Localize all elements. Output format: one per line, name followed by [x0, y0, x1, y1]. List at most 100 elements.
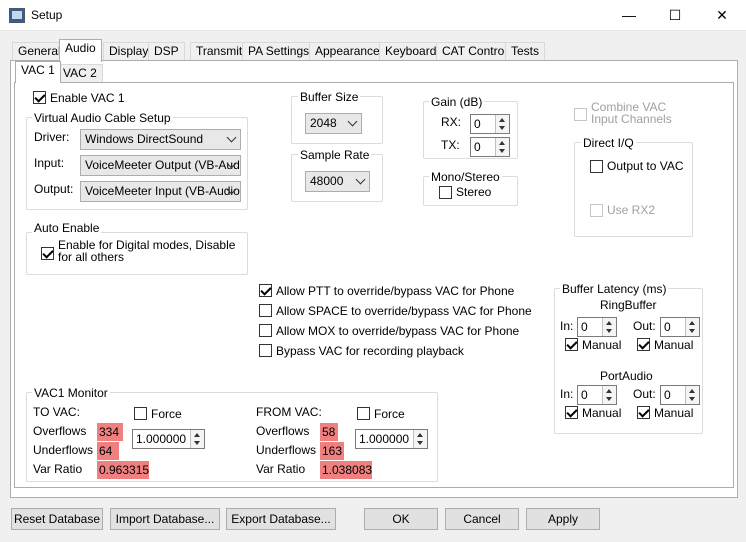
to-force-input[interactable]: 1.000000 [132, 429, 205, 449]
tab-transmit[interactable]: Transmit [190, 42, 249, 61]
tab-vac2[interactable]: VAC 2 [57, 64, 103, 83]
vac-setup-title: Virtual Audio Cable Setup [32, 111, 173, 125]
apply-button[interactable]: Apply [526, 508, 600, 530]
gain-tx-input[interactable]: 0 [470, 137, 510, 157]
driver-value: Windows DirectSound [85, 132, 204, 146]
from-force-value: 1.000000 [359, 432, 410, 446]
ring-in-manual-checkbox[interactable] [565, 338, 578, 351]
output-select[interactable]: VoiceMeeter Input (VB-Audio [80, 181, 241, 202]
from-overflows-value: 58 [320, 423, 338, 441]
to-underflows-value: 64 [97, 442, 119, 460]
driver-select[interactable]: Windows DirectSound [80, 129, 241, 150]
to-var-ratio-label: Var Ratio [33, 462, 83, 476]
stereo-label: Stereo [456, 185, 492, 199]
spinner-icon[interactable] [190, 430, 204, 448]
reset-database-button[interactable]: Reset Database [11, 508, 103, 530]
bypass-vac-label: Bypass VAC for recording playback [276, 344, 464, 358]
chevron-down-icon [355, 174, 366, 185]
to-vac-force-checkbox[interactable] [134, 407, 147, 420]
ring-out-manual-checkbox[interactable] [637, 338, 650, 351]
portaudio-title: PortAudio [600, 369, 653, 383]
from-vac-force-label: Force [374, 407, 405, 421]
close-button[interactable]: ✕ [699, 0, 745, 31]
from-var-ratio-value: 1.038083 [320, 461, 373, 479]
ring-in-value: 0 [581, 320, 588, 334]
ring-out-input[interactable]: 0 [660, 317, 700, 337]
tab-audio[interactable]: Audio [59, 39, 102, 62]
direct-iq-title: Direct I/Q [581, 136, 636, 150]
combine-vac-checkbox[interactable] [574, 108, 587, 121]
gain-rx-label: RX: [441, 115, 462, 129]
from-vac-label: FROM VAC: [256, 405, 322, 419]
from-overflows-label: Overflows [256, 424, 310, 438]
port-out-label: Out: [633, 387, 656, 401]
ring-out-manual-label: Manual [654, 338, 694, 352]
use-rx2-checkbox[interactable] [590, 204, 603, 217]
buffer-size-select[interactable]: 2048 [305, 113, 362, 134]
spinner-icon[interactable] [685, 318, 699, 336]
to-underflows-label: Underflows [33, 443, 94, 457]
spinner-icon[interactable] [602, 386, 616, 404]
import-database-button[interactable]: Import Database... [110, 508, 220, 530]
output-value: VoiceMeeter Input (VB-Audio [85, 184, 240, 198]
allow-ptt-checkbox[interactable] [259, 284, 272, 297]
output-to-vac-checkbox[interactable] [590, 160, 603, 173]
port-in-input[interactable]: 0 [577, 385, 617, 405]
tab-appearance[interactable]: Appearance [309, 42, 386, 61]
ring-out-value: 0 [664, 320, 671, 334]
port-in-manual-checkbox[interactable] [565, 406, 578, 419]
use-rx2-label: Use RX2 [607, 203, 656, 217]
tab-keyboard[interactable]: Keyboard [379, 42, 443, 61]
spinner-icon[interactable] [602, 318, 616, 336]
maximize-button[interactable]: ☐ [652, 0, 698, 31]
window-title: Setup [31, 8, 63, 22]
input-label: Input: [34, 156, 65, 170]
allow-mox-label: Allow MOX to override/bypass VAC for Pho… [276, 324, 520, 338]
tab-cat-control[interactable]: CAT Control [436, 42, 513, 61]
port-out-input[interactable]: 0 [660, 385, 700, 405]
port-in-value: 0 [581, 388, 588, 402]
ok-button[interactable]: OK [364, 508, 438, 530]
spinner-icon[interactable] [413, 430, 427, 448]
spinner-icon[interactable] [685, 386, 699, 404]
allow-mox-checkbox[interactable] [259, 324, 272, 337]
spinner-icon[interactable] [495, 115, 509, 133]
direct-iq-group [574, 142, 693, 237]
from-vac-force-checkbox[interactable] [357, 407, 370, 420]
gain-tx-value: 0 [474, 140, 481, 154]
port-out-value: 0 [664, 388, 671, 402]
gain-title: Gain (dB) [429, 95, 485, 109]
ring-in-input[interactable]: 0 [577, 317, 617, 337]
bypass-vac-checkbox[interactable] [259, 344, 272, 357]
tab-dsp[interactable]: DSP [148, 42, 185, 61]
tab-pa-settings[interactable]: PA Settings [242, 42, 316, 61]
combine-vac-line2: Input Channels [591, 112, 672, 126]
to-vac-force-label: Force [151, 407, 182, 421]
cancel-button[interactable]: Cancel [445, 508, 519, 530]
gain-rx-input[interactable]: 0 [470, 114, 510, 134]
combine-vac-label: Combine VAC Input Channels [591, 101, 672, 125]
auto-enable-checkbox[interactable] [41, 247, 54, 260]
auto-enable-title: Auto Enable [32, 221, 102, 235]
tab-vac1[interactable]: VAC 1 [15, 61, 61, 83]
minimize-button[interactable]: — [606, 0, 652, 31]
port-out-manual-checkbox[interactable] [637, 406, 650, 419]
allow-space-label: Allow SPACE to override/bypass VAC for P… [276, 304, 532, 318]
auto-enable-label: Enable for Digital modes, Disable for all… [58, 239, 235, 263]
gain-rx-value: 0 [474, 117, 481, 131]
stereo-checkbox[interactable] [439, 186, 452, 199]
sample-rate-title: Sample Rate [298, 148, 372, 162]
port-in-label: In: [560, 387, 574, 401]
mono-stereo-title: Mono/Stereo [429, 170, 502, 184]
input-select[interactable]: VoiceMeeter Output (VB-Aud [80, 155, 241, 176]
enable-vac1-checkbox[interactable] [33, 91, 46, 104]
sample-rate-select[interactable]: 48000 [305, 171, 370, 192]
from-force-input[interactable]: 1.000000 [355, 429, 428, 449]
allow-space-checkbox[interactable] [259, 304, 272, 317]
from-underflows-label: Underflows [256, 443, 317, 457]
export-database-button[interactable]: Export Database... [226, 508, 336, 530]
spinner-icon[interactable] [495, 138, 509, 156]
tab-display[interactable]: Display [103, 42, 155, 61]
driver-label: Driver: [34, 130, 70, 144]
tab-tests[interactable]: Tests [505, 42, 546, 61]
